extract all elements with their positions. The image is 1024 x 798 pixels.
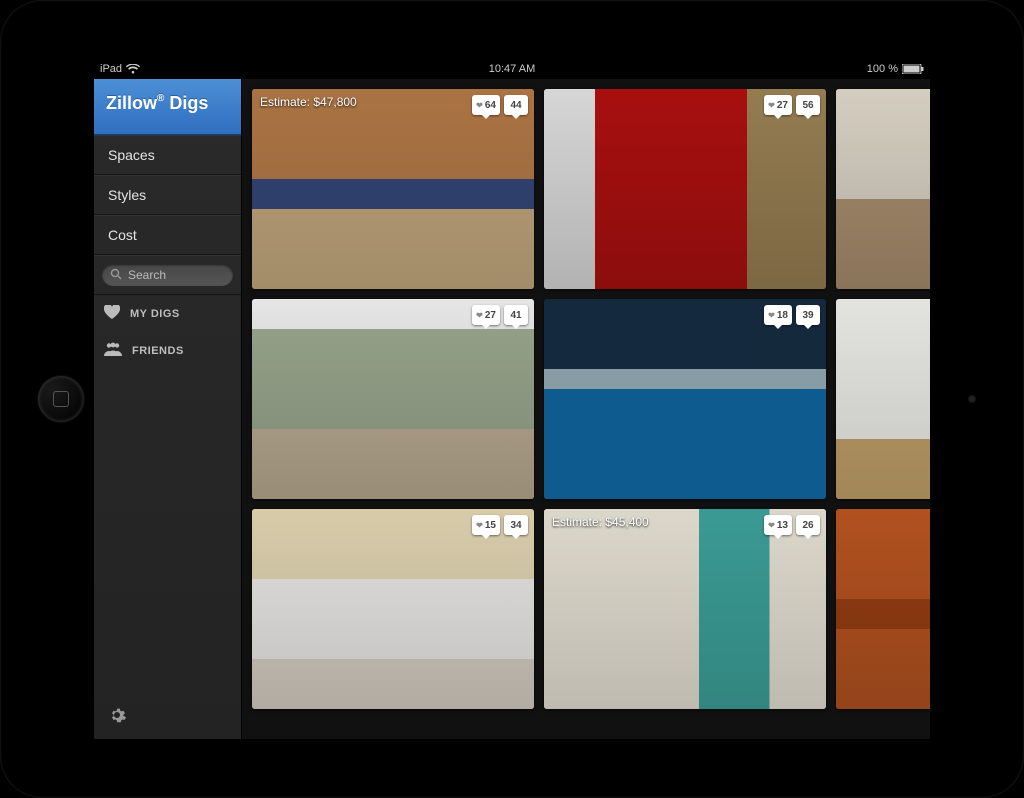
photo-tile[interactable]: ❤15 34	[252, 509, 534, 709]
sidebar-item-my-digs[interactable]: MY DIGS	[94, 295, 241, 332]
likes-badge[interactable]: ❤27	[764, 95, 792, 115]
photo-tile[interactable]	[836, 299, 930, 499]
likes-count: 27	[485, 310, 496, 321]
battery-label: 100 %	[867, 63, 898, 75]
search-row: Search	[94, 255, 241, 295]
front-camera	[968, 395, 976, 403]
home-button[interactable]	[38, 376, 84, 422]
heart-icon: ❤	[768, 311, 775, 320]
room-photo	[836, 509, 930, 709]
tile-badges: ❤27 56	[764, 95, 820, 115]
search-placeholder: Search	[128, 268, 166, 282]
comments-badge[interactable]: 44	[504, 95, 528, 115]
search-icon	[110, 268, 122, 283]
friends-label: FRIENDS	[132, 345, 184, 357]
gear-icon	[108, 712, 126, 727]
likes-badge[interactable]: ❤15	[472, 515, 500, 535]
likes-badge[interactable]: ❤13	[764, 515, 792, 535]
room-photo	[252, 89, 534, 289]
battery-icon	[902, 64, 924, 74]
photo-tile[interactable]	[836, 509, 930, 709]
status-bar: iPad 10:47 AM 100 %	[94, 59, 930, 79]
heart-icon: ❤	[476, 101, 483, 110]
brand-header[interactable]: Zillow® Digs	[94, 79, 241, 135]
comments-count: 44	[510, 100, 521, 111]
photo-tile[interactable]: Estimate: $45,400 ❤13 26	[544, 509, 826, 709]
room-photo	[544, 299, 826, 499]
heart-icon: ❤	[768, 101, 775, 110]
photo-tile[interactable]: Estimate: $47,800 ❤64 44	[252, 89, 534, 289]
photo-tile[interactable]: ❤27 56	[544, 89, 826, 289]
comments-badge[interactable]: 39	[796, 305, 820, 325]
tile-badges: ❤64 44	[472, 95, 528, 115]
search-input[interactable]: Search	[102, 264, 233, 286]
likes-count: 27	[777, 100, 788, 111]
tile-badges: ❤13 26	[764, 515, 820, 535]
estimate-label: Estimate: $47,800	[260, 95, 357, 109]
screen: iPad 10:47 AM 100 % Zillow® Digs Spaces …	[94, 59, 930, 739]
tile-badges: ❤15 34	[472, 515, 528, 535]
comments-count: 41	[510, 310, 521, 321]
photo-grid: Estimate: $47,800❤6444❤2756❤2741❤1839❤15…	[252, 89, 930, 709]
sidebar-item-cost[interactable]: Cost	[94, 215, 241, 255]
brand-suffix: Digs	[169, 93, 208, 113]
friends-icon	[104, 342, 122, 359]
comments-badge[interactable]: 34	[504, 515, 528, 535]
ipad-frame: iPad 10:47 AM 100 % Zillow® Digs Spaces …	[0, 0, 1024, 798]
device-label: iPad	[100, 63, 122, 75]
heart-icon: ❤	[476, 311, 483, 320]
likes-count: 18	[777, 310, 788, 321]
likes-count: 13	[777, 520, 788, 531]
tile-badges: ❤27 41	[472, 305, 528, 325]
room-photo	[544, 89, 826, 289]
sidebar: Zillow® Digs Spaces Styles Cost Search	[94, 79, 242, 739]
comments-count: 34	[510, 520, 521, 531]
clock: 10:47 AM	[489, 63, 535, 75]
comments-badge[interactable]: 56	[796, 95, 820, 115]
heart-icon	[104, 305, 120, 322]
likes-badge[interactable]: ❤18	[764, 305, 792, 325]
room-photo	[252, 509, 534, 709]
likes-count: 15	[485, 520, 496, 531]
comments-count: 39	[802, 310, 813, 321]
estimate-label: Estimate: $45,400	[552, 515, 649, 529]
app: Zillow® Digs Spaces Styles Cost Search	[94, 79, 930, 739]
tile-badges: ❤18 39	[764, 305, 820, 325]
room-photo	[252, 299, 534, 499]
comments-count: 26	[802, 520, 813, 531]
comments-badge[interactable]: 26	[796, 515, 820, 535]
sidebar-spacer	[94, 369, 241, 694]
likes-badge[interactable]: ❤64	[472, 95, 500, 115]
sidebar-item-styles[interactable]: Styles	[94, 175, 241, 215]
brand-name: Zillow	[106, 93, 157, 113]
comments-count: 56	[802, 100, 813, 111]
brand-reg: ®	[157, 93, 164, 104]
likes-badge[interactable]: ❤27	[472, 305, 500, 325]
room-photo	[836, 299, 930, 499]
photo-tile[interactable]	[836, 89, 930, 289]
content-area[interactable]: Estimate: $47,800❤6444❤2756❤2741❤1839❤15…	[242, 79, 930, 739]
sidebar-item-spaces[interactable]: Spaces	[94, 135, 241, 175]
photo-tile[interactable]: ❤18 39	[544, 299, 826, 499]
my-digs-label: MY DIGS	[130, 308, 180, 320]
sidebar-item-friends[interactable]: FRIENDS	[94, 332, 241, 369]
heart-icon: ❤	[476, 521, 483, 530]
wifi-icon	[126, 64, 140, 74]
photo-tile[interactable]: ❤27 41	[252, 299, 534, 499]
comments-badge[interactable]: 41	[504, 305, 528, 325]
likes-count: 64	[485, 100, 496, 111]
settings-button[interactable]	[94, 694, 241, 739]
room-photo	[836, 89, 930, 289]
heart-icon: ❤	[768, 521, 775, 530]
room-photo	[544, 509, 826, 709]
